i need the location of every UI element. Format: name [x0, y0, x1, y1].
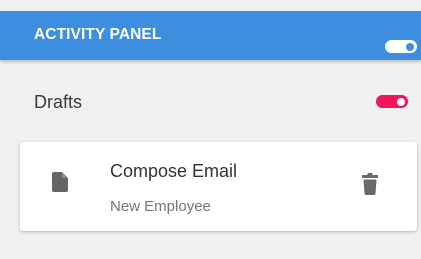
trash-icon[interactable]	[362, 173, 378, 195]
activity-panel-toggle[interactable]	[385, 40, 417, 53]
panel-title: ACTIVITY PANEL	[34, 26, 162, 43]
drafts-section-title: Drafts	[34, 92, 83, 112]
drafts-toggle[interactable]	[376, 95, 408, 108]
activity-panel-header: ACTIVITY PANEL	[0, 11, 421, 60]
draft-title: Compose Email	[110, 161, 238, 181]
document-icon	[52, 172, 68, 192]
activity-panel: ACTIVITY PANEL Drafts Compose Email New …	[0, 0, 421, 259]
draft-card[interactable]: Compose Email New Employee	[20, 142, 417, 231]
toggle-knob	[406, 42, 414, 51]
draft-subtitle: New Employee	[110, 198, 211, 215]
toggle-knob	[397, 97, 405, 106]
